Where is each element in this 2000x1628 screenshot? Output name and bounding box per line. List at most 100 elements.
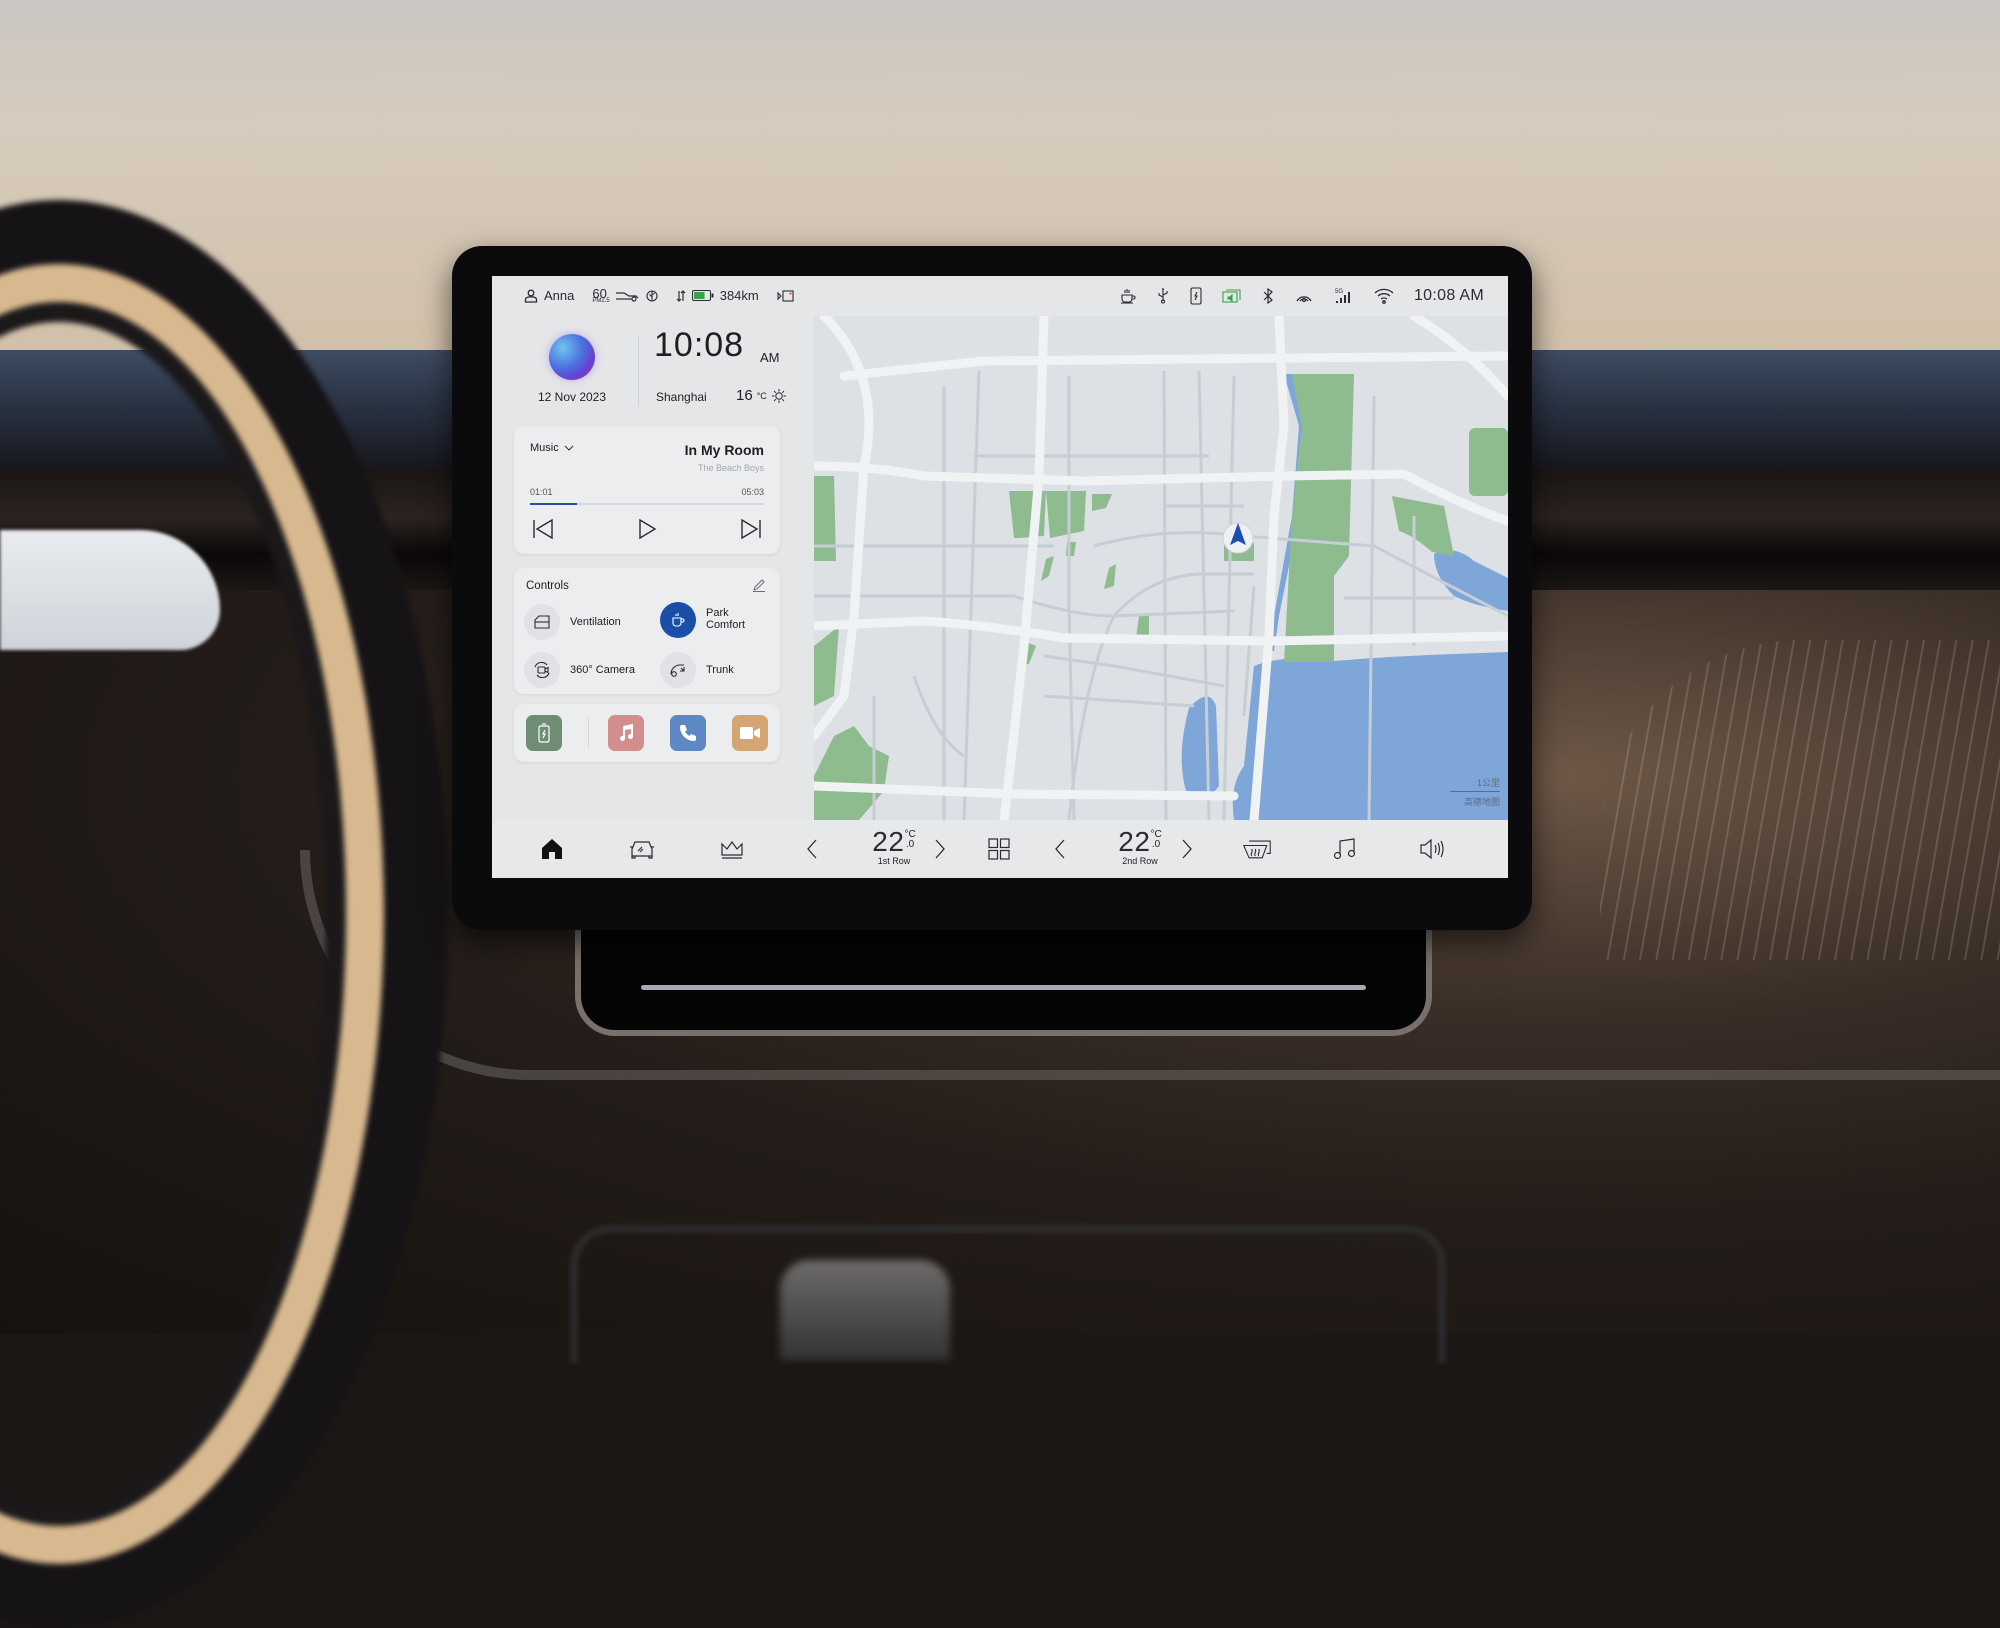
- gear-shifter: [780, 1260, 950, 1360]
- edit-controls-button[interactable]: [752, 578, 766, 592]
- control-ventilation[interactable]: Ventilation: [524, 604, 621, 640]
- user-profile[interactable]: Anna: [524, 288, 574, 303]
- music-icon: [1333, 838, 1356, 860]
- climate-2-increase-button[interactable]: [1172, 834, 1202, 864]
- pencil-icon: [753, 579, 765, 592]
- map-scale-label: 1公里: [1476, 778, 1500, 788]
- nav-vehicle-button[interactable]: [627, 834, 657, 864]
- weather-temp: 16 °C: [736, 387, 787, 404]
- music-note-icon: [620, 724, 634, 741]
- nav-home-button[interactable]: [537, 834, 567, 864]
- home-icon: [542, 839, 562, 859]
- map-provider: 高德地图: [1463, 797, 1500, 807]
- defrost-icon: [1242, 840, 1271, 859]
- control-label: Ventilation: [570, 616, 621, 628]
- control-trunk[interactable]: Trunk: [660, 652, 734, 688]
- bluetooth-icon[interactable]: [1262, 288, 1274, 304]
- park: [1469, 428, 1508, 496]
- app-charging[interactable]: [526, 715, 562, 751]
- center-console: [570, 1225, 1446, 1363]
- control-label: Park Comfort: [706, 607, 746, 631]
- voice-assistant-orb[interactable]: [549, 334, 595, 380]
- climate-2-decrease-button[interactable]: [1045, 834, 1075, 864]
- wifi-icon[interactable]: [1374, 288, 1394, 304]
- bottom-nav-bar: 22 °C .0 1st Row 22 °C .0 2nd Row: [492, 820, 1508, 878]
- usb-icon[interactable]: [1156, 288, 1170, 304]
- coffee-icon[interactable]: [1120, 288, 1136, 304]
- coffee-cup-icon: [660, 602, 696, 638]
- nav-apps-button[interactable]: [984, 834, 1014, 864]
- chevron-left-icon: [1055, 839, 1065, 859]
- camera-360-icon: [524, 652, 560, 688]
- control-label: 360° Camera: [570, 664, 635, 676]
- map-canvas[interactable]: [814, 316, 1508, 820]
- air-quality: 60 PM2.5: [592, 287, 658, 304]
- screen-cast-icon[interactable]: [1222, 288, 1242, 304]
- nav-favorites-button[interactable]: [717, 834, 747, 864]
- music-source-label: Music: [530, 442, 559, 454]
- status-time: 10:08 AM: [1413, 287, 1484, 304]
- park: [1046, 491, 1086, 538]
- user-icon: [524, 289, 538, 303]
- park: [814, 476, 836, 561]
- controls-title: Controls: [526, 580, 569, 592]
- pm25-label: PM2.5: [592, 297, 610, 304]
- total-time: 05:03: [741, 487, 764, 497]
- status-bar: Anna 60 PM2.5 384km 5G 10:08 AM: [492, 276, 1508, 316]
- play-button[interactable]: [634, 516, 660, 542]
- clock-widget: 12 Nov 2023 10:08 AM Shanghai 16 °C: [506, 316, 806, 416]
- progress-track[interactable]: [530, 503, 764, 505]
- car-icon: [630, 841, 654, 859]
- hotspot-icon[interactable]: [1294, 288, 1314, 304]
- vent-bar: [641, 985, 1366, 990]
- next-track-button[interactable]: [738, 516, 764, 542]
- crown-icon: [721, 840, 743, 859]
- app-dock: [514, 704, 780, 762]
- volume-icon: [1420, 838, 1444, 860]
- nav-volume-button[interactable]: [1417, 834, 1447, 864]
- progress-fill: [530, 503, 577, 505]
- dashcam-icon: [777, 290, 795, 302]
- song-artist: The Beach Boys: [697, 463, 764, 473]
- current-time: 01:01: [530, 487, 553, 497]
- phone-icon: [680, 725, 696, 741]
- temperature-unit: °C: [756, 390, 767, 401]
- chevron-down-icon: [564, 445, 574, 451]
- previous-track-button[interactable]: [530, 516, 556, 542]
- car-outline-icon: [615, 290, 640, 302]
- temp-value: 22: [1118, 826, 1151, 857]
- controls-widget: Controls Ventilation Park Comfort 360° C…: [514, 568, 780, 694]
- navigation-map[interactable]: 1公里 高德地图: [814, 316, 1508, 820]
- weather-city: Shanghai: [656, 390, 707, 404]
- app-video[interactable]: [732, 715, 768, 751]
- temp-decimal: .0: [905, 839, 915, 850]
- date-label: 12 Nov 2023: [537, 390, 607, 404]
- skip-forward-icon: [741, 518, 761, 540]
- signal-label: 5G: [1335, 289, 1343, 295]
- window-icon: [524, 604, 560, 640]
- app-music[interactable]: [608, 715, 644, 751]
- apps-grid-icon: [988, 838, 1010, 860]
- temperature-value: 16: [736, 387, 753, 404]
- nav-defrost-button[interactable]: [1242, 834, 1272, 864]
- video-camera-icon: [740, 727, 760, 739]
- phone-charging-icon[interactable]: [1190, 287, 1202, 305]
- control-park-comfort[interactable]: Park Comfort: [660, 602, 745, 638]
- control-360-camera[interactable]: 360° Camera: [524, 652, 635, 688]
- chevron-left-icon: [807, 839, 817, 859]
- map-scale: 1公里 高德地图: [1450, 776, 1500, 808]
- dashcam-status[interactable]: [777, 290, 795, 302]
- nav-music-button[interactable]: [1330, 834, 1360, 864]
- climate-1-decrease-button[interactable]: [797, 834, 827, 864]
- battery-charging-icon: [538, 723, 550, 743]
- clock-ampm: AM: [760, 350, 780, 365]
- center-air-vent: [575, 930, 1432, 1036]
- chevron-right-icon: [1182, 839, 1192, 859]
- music-source-dropdown[interactable]: Music: [530, 442, 574, 454]
- battery-icon: [691, 290, 714, 302]
- infotainment-screen: Anna 60 PM2.5 384km 5G 10:08 AM 12 Nov 2…: [492, 276, 1508, 878]
- trunk-icon: [660, 652, 696, 688]
- temp-value: 22: [872, 826, 905, 857]
- climate-1-increase-button[interactable]: [925, 834, 955, 864]
- app-phone[interactable]: [670, 715, 706, 751]
